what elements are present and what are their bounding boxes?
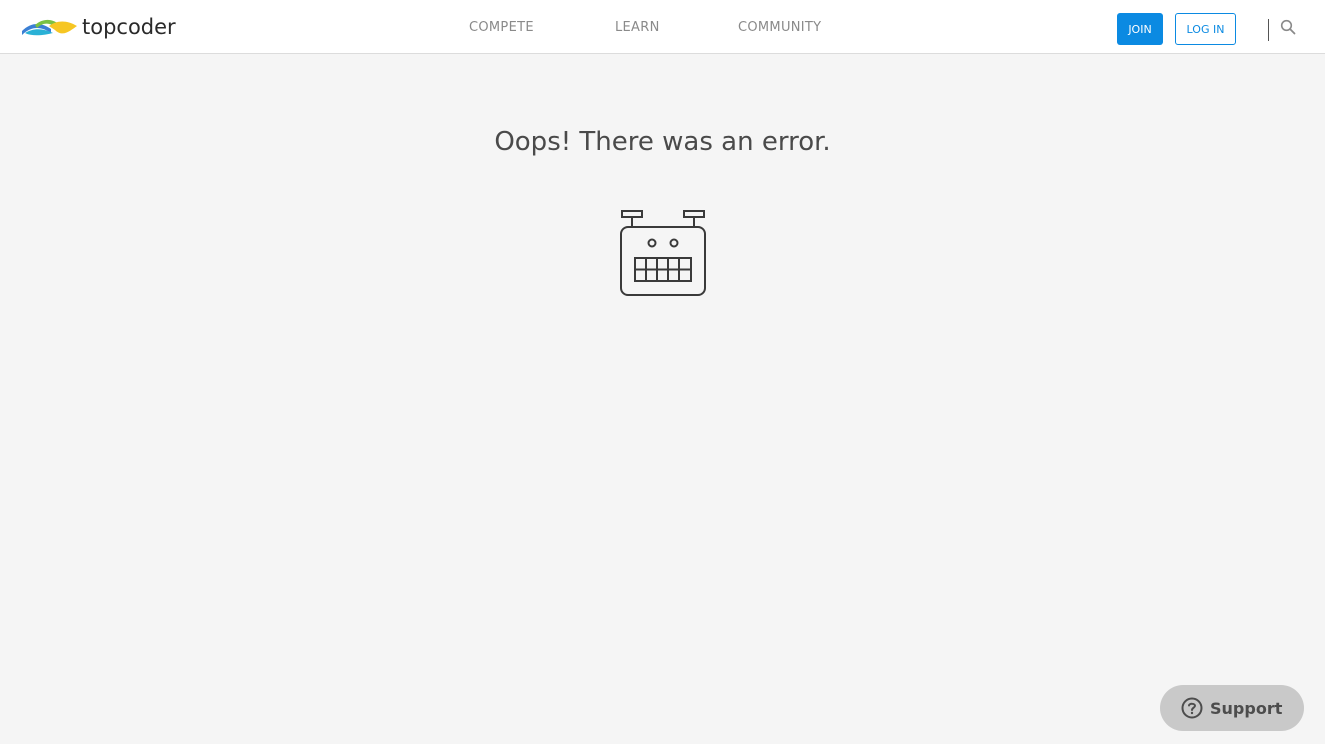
join-button[interactable]: JOIN bbox=[1117, 13, 1163, 45]
site-header: topcoder COMPETE LEARN COMMUNITY JOIN LO… bbox=[0, 0, 1325, 54]
question-circle-icon bbox=[1181, 697, 1203, 719]
brand-name: topcoder bbox=[82, 15, 176, 39]
support-label: Support bbox=[1210, 698, 1283, 718]
search-icon[interactable] bbox=[1280, 19, 1296, 35]
robot-icon bbox=[620, 210, 706, 296]
topcoder-logo[interactable]: topcoder bbox=[21, 14, 176, 40]
nav-item-compete[interactable]: COMPETE bbox=[469, 20, 534, 35]
nav-item-community[interactable]: COMMUNITY bbox=[738, 20, 821, 35]
error-title: Oops! There was an error. bbox=[494, 127, 831, 157]
topcoder-logo-icon bbox=[22, 19, 77, 36]
header-divider bbox=[1268, 19, 1269, 41]
login-button[interactable]: LOG IN bbox=[1175, 13, 1236, 45]
support-button[interactable]: Support bbox=[1160, 685, 1304, 731]
nav-item-learn[interactable]: LEARN bbox=[615, 20, 660, 35]
